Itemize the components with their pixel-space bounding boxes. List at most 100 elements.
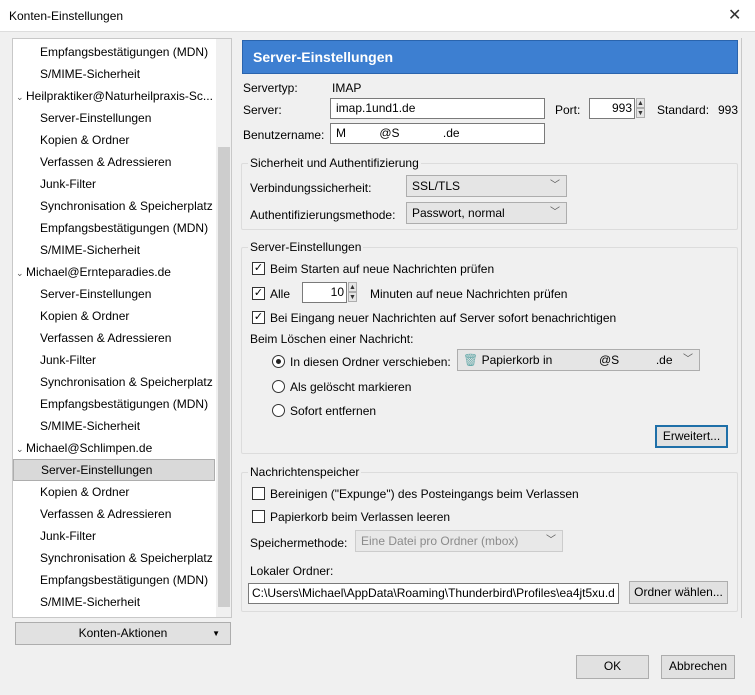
move-radio[interactable] [272, 355, 285, 368]
tree-account[interactable]: ⌄ Michael@Schlimpen.de [13, 437, 215, 459]
delete-label: Beim Löschen einer Nachricht: [250, 332, 414, 346]
trash-folder-value: Papierkorb in @S .de [481, 353, 673, 367]
window-title: Konten-Einstellungen [9, 9, 124, 23]
tree-item[interactable]: Kopien & Ordner [13, 305, 215, 327]
tree-item-label: Server-Einstellungen [40, 287, 152, 301]
tree-item[interactable]: S/MIME-Sicherheit [13, 415, 215, 437]
tree-item[interactable]: Synchronisation & Speicherplatz [13, 371, 215, 393]
tree-item-label: S/MIME-Sicherheit [40, 67, 141, 81]
standard-label: Standard: [657, 103, 710, 117]
tree-item-label: Kopien & Ordner [40, 309, 130, 323]
tree-item-label: Kopien & Ordner [40, 485, 130, 499]
minutes-label: Minuten auf neue Nachrichten prüfen [370, 287, 568, 301]
tree-item[interactable]: Kopien & Ordner [13, 481, 215, 503]
server-type-label: Servertyp: [243, 81, 298, 95]
tree-item-label: S/MIME-Sicherheit [40, 595, 141, 609]
port-label: Port: [555, 103, 581, 117]
storage-method-value: Eine Datei pro Ordner (mbox) [361, 534, 519, 548]
panel-border [741, 38, 742, 618]
local-folder-input[interactable]: C:\Users\Michael\AppData\Roaming\Thunder… [248, 583, 619, 604]
check-every-checkbox[interactable]: ✓ [252, 287, 265, 300]
tree-item-label: Synchronisation & Speicherplatz [40, 199, 213, 213]
tree-item-label: Kopien & Ordner [40, 133, 130, 147]
tree-item[interactable]: Server-Einstellungen [13, 459, 215, 481]
tree-item-label: Empfangsbestätigungen (MDN) [40, 221, 209, 235]
notify-checkbox[interactable]: ✓ [252, 311, 265, 324]
port-down-icon[interactable]: ▼ [636, 108, 645, 118]
tree-item[interactable]: Empfangsbestätigungen (MDN) [13, 569, 215, 591]
ok-button[interactable]: OK [576, 655, 649, 679]
chevron-down-icon[interactable]: ⌄ [16, 262, 26, 284]
choose-folder-button[interactable]: Ordner wählen... [629, 581, 728, 604]
empty-trash-checkbox[interactable] [252, 510, 265, 523]
expunge-label: Bereinigen ("Expunge") des Posteingangs … [270, 487, 579, 501]
chevron-down-icon[interactable]: ⌄ [16, 438, 26, 460]
tree-item[interactable]: Kopien & Ordner [13, 129, 215, 151]
empty-trash-label: Papierkorb beim Verlassen leeren [270, 510, 451, 524]
check-on-start-checkbox[interactable]: ✓ [252, 262, 265, 275]
tree-item[interactable]: Synchronisation & Speicherplatz [13, 547, 215, 569]
tree-item-label: Verfassen & Adressieren [40, 507, 172, 521]
standard-port-value: 993 [718, 103, 739, 117]
tree-item[interactable]: Verfassen & Adressieren [13, 151, 215, 173]
tree-item[interactable]: S/MIME-Sicherheit [13, 591, 215, 613]
tree-item[interactable]: Synchronisation & Speicherplatz [13, 195, 215, 217]
dropdown-arrow-icon: ▼ [212, 629, 220, 638]
account-tree: Empfangsbestätigungen (MDN) S/MIME-Sicher… [12, 38, 232, 618]
expunge-checkbox[interactable] [252, 487, 265, 500]
tree-item-label: Junk-Filter [40, 529, 97, 543]
tree-item-label: Junk-Filter [40, 177, 97, 191]
cancel-button[interactable]: Abbrechen [661, 655, 735, 679]
trash-folder-select[interactable]: 🗑 Papierkorb in @S .de ﹀ [457, 349, 700, 371]
auth-method-label: Authentifizierungsmethode: [250, 208, 396, 222]
tree-item[interactable]: S/MIME-Sicherheit [13, 63, 215, 85]
trash-icon: 🗑 [463, 353, 482, 367]
mark-deleted-radio[interactable] [272, 380, 285, 393]
minutes-down-icon[interactable]: ▼ [348, 292, 357, 302]
tree-account[interactable]: ⌄ Heilpraktiker@Naturheilpraxis-Sc... [13, 85, 215, 107]
account-actions-button[interactable]: Konten-Aktionen ▼ [15, 622, 231, 645]
port-input[interactable]: 993 [589, 98, 635, 119]
tree-item[interactable]: Junk-Filter [13, 173, 215, 195]
server-type-value: IMAP [332, 81, 362, 95]
username-input[interactable]: M @S .de [330, 123, 545, 144]
tree-item[interactable]: Server-Einstellungen [13, 107, 215, 129]
advanced-button[interactable]: Erweitert... [655, 425, 728, 448]
tree-item-label: Verfassen & Adressieren [40, 155, 172, 169]
tree-item[interactable]: Junk-Filter [13, 349, 215, 371]
move-label: In diesen Ordner verschieben: [290, 355, 451, 369]
tree-item[interactable]: Junk-Filter [13, 525, 215, 547]
tree-account[interactable]: ⌄ Michael@Ernteparadies.de [13, 261, 215, 283]
tree-item-label: S/MIME-Sicherheit [40, 419, 141, 433]
chevron-down-icon: ﹀ [550, 180, 560, 191]
remove-immediately-radio[interactable] [272, 404, 285, 417]
remove-immediately-label: Sofort entfernen [290, 404, 377, 418]
chevron-down-icon[interactable]: ⌄ [16, 86, 26, 108]
local-folder-label: Lokaler Ordner: [250, 564, 334, 578]
tree-scrollbar-thumb[interactable] [218, 147, 230, 607]
tree-item[interactable]: Empfangsbestätigungen (MDN) [13, 393, 215, 415]
username-label: Benutzername: [243, 128, 325, 142]
close-icon[interactable]: ✕ [728, 5, 741, 25]
tree-item[interactable]: Server-Einstellungen [13, 283, 215, 305]
tree-item[interactable]: Verfassen & Adressieren [13, 327, 215, 349]
minutes-input[interactable]: 10 [302, 282, 347, 303]
tree-item[interactable]: S/MIME-Sicherheit [13, 239, 215, 261]
tree-item[interactable]: Verfassen & Adressieren [13, 503, 215, 525]
storage-method-select[interactable]: Eine Datei pro Ordner (mbox) ﹀ [355, 530, 563, 552]
tree-item-label: Michael@Ernteparadies.de [26, 265, 171, 279]
auth-method-select[interactable]: Passwort, normal ﹀ [406, 202, 567, 224]
port-up-icon[interactable]: ▲ [636, 98, 645, 108]
check-on-start-label: Beim Starten auf neue Nachrichten prüfen [270, 262, 495, 276]
page-title: Server-Einstellungen [242, 40, 738, 74]
tree-item-label: Server-Einstellungen [40, 111, 152, 125]
connection-security-select[interactable]: SSL/TLS ﹀ [406, 175, 567, 197]
minutes-up-icon[interactable]: ▲ [348, 282, 357, 292]
storage-method-label: Speichermethode: [250, 536, 348, 550]
check-every-label: Alle [270, 287, 291, 301]
tree-item[interactable]: Empfangsbestätigungen (MDN) [13, 41, 215, 63]
tree-item-label: Synchronisation & Speicherplatz [40, 375, 213, 389]
auth-method-value: Passwort, normal [412, 206, 505, 220]
server-input[interactable]: imap.1und1.de [330, 98, 545, 119]
tree-item[interactable]: Empfangsbestätigungen (MDN) [13, 217, 215, 239]
